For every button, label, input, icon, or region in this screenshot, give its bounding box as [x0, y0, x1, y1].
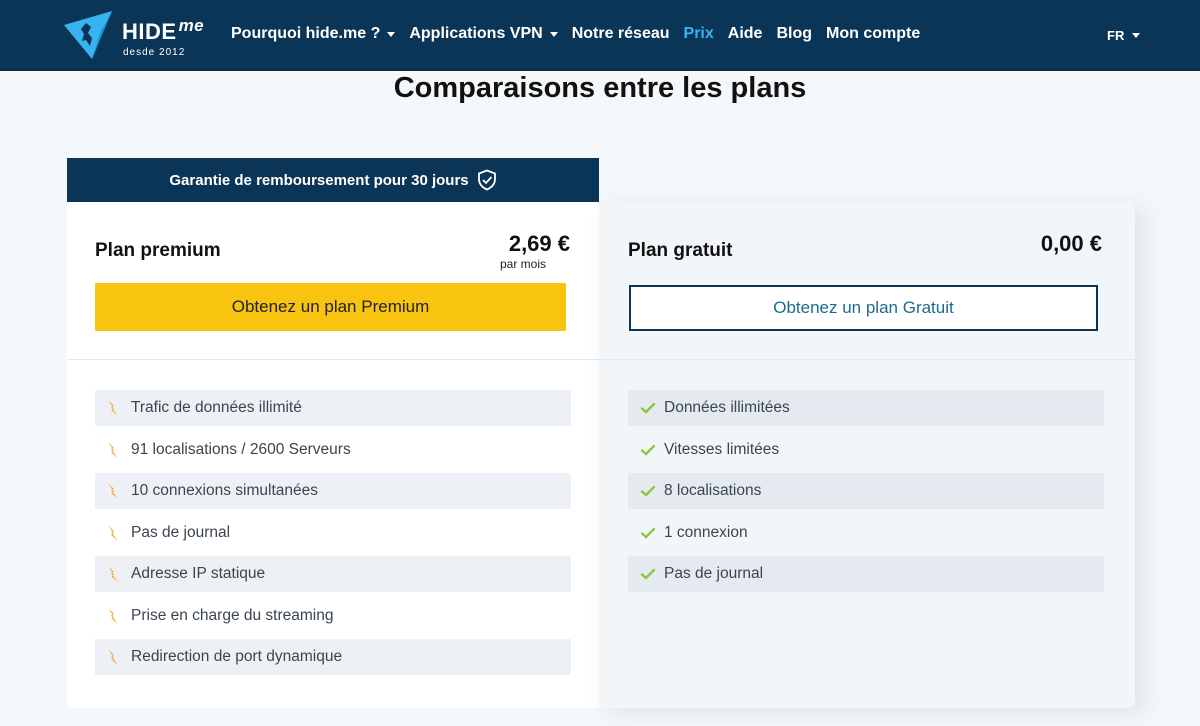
premium-plan-name: Plan premium: [95, 240, 221, 261]
card-divider: [599, 359, 1135, 360]
language-code: FR: [1107, 28, 1125, 43]
list-item: Pas de journal: [628, 556, 1104, 592]
lightning-bolt-icon: [107, 399, 131, 417]
chevron-down-icon: [387, 31, 396, 37]
checkmark-icon: [640, 567, 664, 581]
guarantee-text: Garantie de remboursement pour 30 jours: [169, 171, 469, 189]
nav-my-account[interactable]: Mon compte: [826, 25, 920, 43]
checkmark-icon: [640, 484, 664, 498]
nav-blog[interactable]: Blog: [776, 25, 812, 43]
lightning-bolt-icon: [107, 441, 131, 459]
premium-plan-card: Plan premium 2,69 € par mois Obtenez un …: [67, 202, 599, 708]
premium-features-list: Trafic de données illimité 91 localisati…: [95, 390, 571, 681]
lightning-bolt-icon: [107, 565, 131, 583]
shield-check-icon: [477, 169, 496, 191]
list-item: Données illimitées: [628, 390, 1104, 426]
free-price: 0,00 €: [1040, 231, 1102, 256]
chevron-down-icon: [1132, 33, 1141, 38]
list-item: Adresse IP statique: [95, 556, 571, 592]
premium-price-period: par mois: [500, 257, 547, 271]
page-title: Comparaisons entre les plans: [393, 72, 807, 104]
chevron-down-icon: [549, 31, 558, 37]
main-nav: Pourquoi hide.me ? Applications VPN Notr…: [231, 25, 934, 43]
hideme-logo-icon: [64, 11, 112, 59]
list-item: 10 connexions simultanées: [95, 473, 571, 509]
lightning-bolt-icon: [107, 524, 131, 542]
nav-vpn-apps[interactable]: Applications VPN: [409, 25, 558, 43]
list-item: 8 localisations: [628, 473, 1104, 509]
list-item: Redirection de port dynamique: [95, 639, 571, 675]
list-item: Trafic de données illimité: [95, 390, 571, 426]
free-features-list: Données illimitées Vitesses limitées 8 l…: [628, 390, 1104, 598]
free-plan-card: Plan gratuit 0,00 € Obtenez un plan Grat…: [599, 202, 1135, 708]
list-item: 91 localisations / 2600 Serveurs: [95, 432, 571, 468]
list-item: Pas de journal: [95, 515, 571, 551]
nav-help[interactable]: Aide: [728, 25, 763, 43]
list-item: 1 connexion: [628, 515, 1104, 551]
checkmark-icon: [640, 443, 664, 457]
get-premium-button[interactable]: Obtenez un plan Premium: [95, 283, 566, 331]
get-free-button[interactable]: Obtenez un plan Gratuit: [629, 285, 1098, 331]
logo-tagline: desde 2012: [123, 47, 186, 58]
nav-why-hideme[interactable]: Pourquoi hide.me ?: [231, 25, 396, 43]
card-divider: [67, 359, 599, 360]
lightning-bolt-icon: [107, 607, 131, 625]
checkmark-icon: [640, 401, 664, 415]
language-selector[interactable]: FR: [1107, 28, 1141, 43]
free-plan-name: Plan gratuit: [628, 240, 733, 261]
nav-pricing[interactable]: Prix: [684, 25, 714, 43]
lightning-bolt-icon: [107, 648, 131, 666]
list-item: Vitesses limitées: [628, 432, 1104, 468]
list-item: Prise en charge du streaming: [95, 598, 571, 634]
money-back-guarantee-banner: Garantie de remboursement pour 30 jours: [67, 158, 599, 202]
top-navigation-bar: HIDE me desde 2012 Pourquoi hide.me ? App…: [0, 0, 1200, 71]
checkmark-icon: [640, 526, 664, 540]
logo-wordmark: HIDE me: [122, 16, 205, 44]
nav-network[interactable]: Notre réseau: [572, 25, 670, 43]
premium-price: 2,69 €: [508, 231, 570, 256]
lightning-bolt-icon: [107, 482, 131, 500]
hideme-logo[interactable]: HIDE me desde 2012: [62, 9, 222, 63]
